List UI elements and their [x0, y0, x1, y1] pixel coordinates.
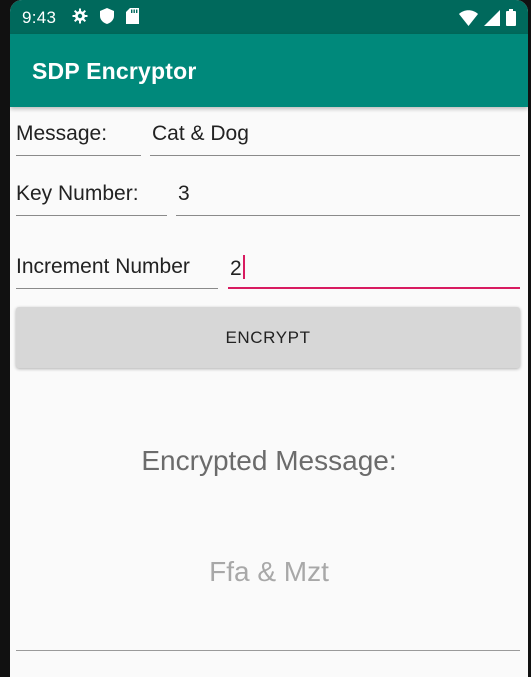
key-number-input-value: 3	[178, 182, 190, 205]
encrypted-message-value: Ffa & Mzt	[209, 556, 329, 587]
message-input[interactable]: Cat & Dog	[150, 122, 520, 156]
battery-icon	[506, 9, 516, 31]
increment-number-label: Increment Number	[16, 255, 218, 289]
status-time: 9:43	[22, 8, 57, 27]
message-input-value: Cat & Dog	[152, 122, 249, 145]
encrypt-button-label: ENCRYPT	[225, 327, 311, 347]
gear-icon	[72, 8, 88, 29]
status-notification-icons	[72, 8, 139, 29]
increment-number-input-value: 2	[230, 257, 242, 280]
increment-number-input[interactable]: 2	[228, 255, 520, 289]
status-system-icons	[459, 9, 516, 31]
encrypted-message-heading: Encrypted Message:	[141, 445, 397, 476]
message-label: Message:	[16, 122, 141, 156]
key-number-label: Key Number:	[16, 182, 167, 216]
sd-card-icon	[126, 8, 139, 29]
key-number-input[interactable]: 3	[176, 182, 520, 216]
encrypt-button[interactable]: ENCRYPT	[16, 307, 520, 368]
signal-icon	[484, 9, 500, 31]
status-bar: 9:43	[10, 0, 528, 34]
bottom-divider	[16, 650, 520, 651]
app-title: SDP Encryptor	[32, 58, 197, 84]
text-cursor	[242, 255, 245, 279]
app-bar: SDP Encryptor	[10, 34, 528, 107]
shield-icon	[100, 8, 114, 29]
app-screen: 9:43 SDP Encryptor Message: Cat & Dog Ke…	[10, 0, 528, 677]
wifi-icon	[459, 9, 478, 31]
phone-frame: 9:43 SDP Encryptor Message: Cat & Dog Ke…	[0, 0, 531, 677]
